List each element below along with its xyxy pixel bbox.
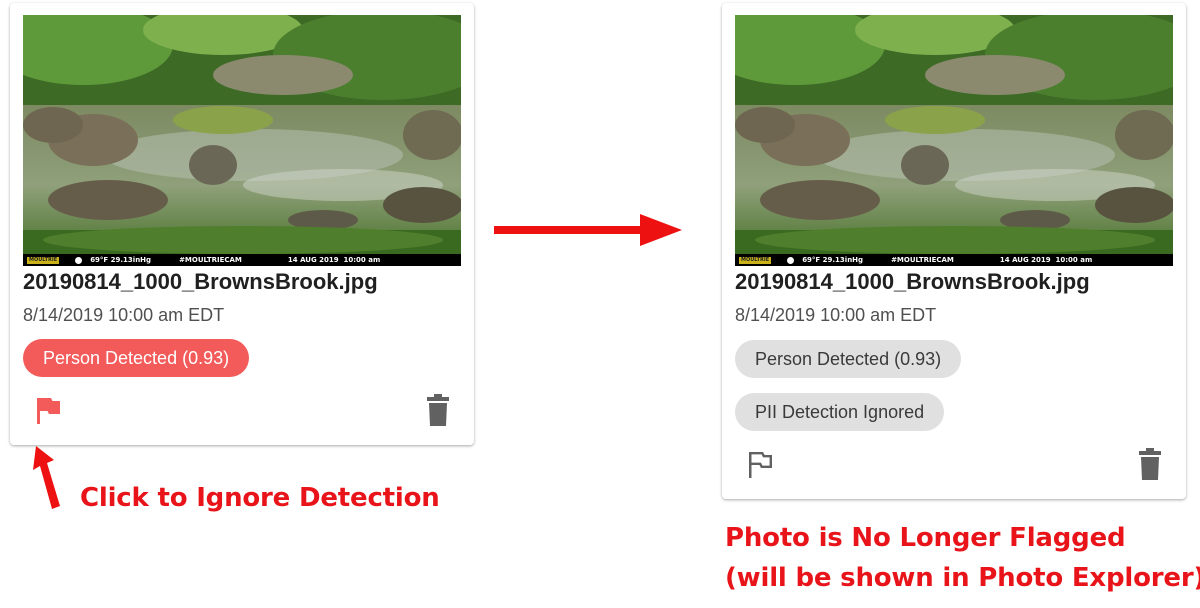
left-caption: Click to Ignore Detection	[80, 483, 440, 513]
trail-camera-photo[interactable]: MOULTRIE 69°F 29.13inHg #MOULTRIECAM 14 …	[23, 15, 461, 266]
stamp-datetime: 14 AUG 2019 10:00 am	[999, 256, 1093, 264]
photo-timestamp: 8/14/2019 10:00 am EDT	[735, 305, 937, 325]
trash-icon[interactable]	[1139, 448, 1161, 485]
detection-chip[interactable]: Person Detected (0.93)	[23, 339, 250, 377]
trash-icon[interactable]	[427, 394, 449, 431]
photo-info-stamp: MOULTRIE 69°F 29.13inHg #MOULTRIECAM 14 …	[735, 254, 1173, 266]
detection-chip[interactable]: Person Detected (0.93)	[735, 340, 962, 378]
trail-camera-photo[interactable]: MOULTRIE 69°F 29.13inHg #MOULTRIECAM 14 …	[735, 15, 1173, 266]
stamp-temperature: 69°F 29.13inHg	[802, 256, 864, 264]
flag-outline-icon[interactable]	[746, 449, 774, 484]
stream-scene-image	[23, 15, 461, 266]
stamp-hashtag: #MOULTRIECAM	[891, 256, 954, 264]
photo-timestamp: 8/14/2019 10:00 am EDT	[23, 305, 225, 325]
stamp-hashtag: #MOULTRIECAM	[179, 256, 242, 264]
stamp-temperature: 69°F 29.13inHg	[90, 256, 152, 264]
flag-filled-icon[interactable]	[34, 395, 62, 430]
right-caption-line2: (will be shown in Photo Explorer)	[725, 563, 1200, 593]
photo-card-flagged: MOULTRIE 69°F 29.13inHg #MOULTRIECAM 14 …	[10, 3, 474, 445]
photo-filename: 20190814_1000_BrownsBrook.jpg	[23, 269, 378, 294]
photo-info-stamp: MOULTRIE 69°F 29.13inHg #MOULTRIECAM 14 …	[23, 254, 461, 266]
camera-brand-badge: MOULTRIE	[27, 256, 60, 264]
right-caption-line1: Photo is No Longer Flagged	[725, 523, 1126, 553]
moon-phase-icon	[75, 256, 83, 264]
stream-scene-image	[735, 15, 1173, 266]
transition-arrow-shaft	[494, 226, 642, 234]
pointer-arrow-icon	[30, 444, 70, 519]
stamp-datetime: 14 AUG 2019 10:00 am	[287, 256, 381, 264]
photo-filename: 20190814_1000_BrownsBrook.jpg	[735, 269, 1090, 294]
camera-brand-badge: MOULTRIE	[739, 256, 772, 264]
transition-arrow-head	[640, 214, 682, 246]
photo-card-ignored: MOULTRIE 69°F 29.13inHg #MOULTRIECAM 14 …	[722, 3, 1186, 499]
ignored-detection-chip[interactable]: PII Detection Ignored	[735, 393, 945, 431]
moon-phase-icon	[787, 256, 795, 264]
